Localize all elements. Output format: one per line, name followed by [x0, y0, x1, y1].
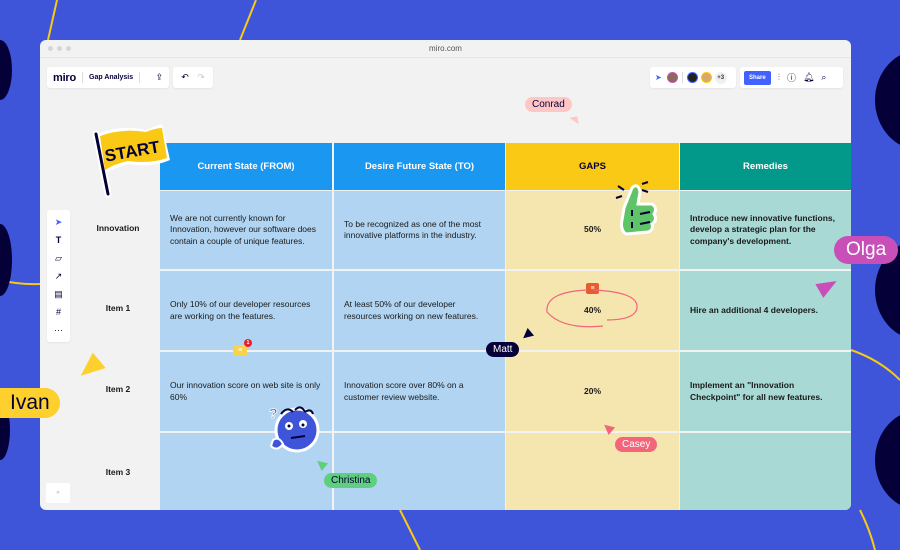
row-label: Item 3 [105, 467, 131, 477]
select-icon[interactable]: ➤ [51, 214, 67, 230]
actions-panel: Share ⫶ ⓘ 🔔︎ ⌕ [740, 67, 843, 88]
cell-to[interactable]: To be recognized as one of the most inno… [334, 191, 505, 269]
row-label: Item 1 [105, 303, 131, 313]
line-arrow-icon[interactable]: ↗ [51, 268, 67, 284]
highlight-circle-drawing[interactable] [543, 288, 643, 332]
redo-icon[interactable]: ↷ [197, 72, 205, 83]
board-name[interactable]: Gap Analysis [89, 74, 133, 81]
more-icon[interactable]: ··· [51, 322, 67, 338]
cursor-label-christina: Christina [324, 473, 378, 488]
follow-cursor-icon[interactable]: ➤ [655, 73, 662, 82]
cell-remedy[interactable]: Introduce new innovative functions, deve… [680, 191, 851, 269]
cursor-label-ivan: Ivan [0, 388, 60, 418]
bell-icon[interactable]: 🔔︎ [803, 72, 814, 83]
comment-icon[interactable]: ≡ [233, 345, 247, 356]
settings-sliders-icon[interactable]: ⫶ [778, 72, 780, 83]
cell-to[interactable]: Innovation score over 80% on a customer … [334, 352, 505, 431]
collaborators-panel: ➤ +3 [650, 67, 736, 88]
url-label: miro.com [429, 44, 462, 53]
cell-to[interactable]: At least 50% of our developer resources … [334, 271, 505, 350]
cursor-label-matt: Matt [486, 342, 520, 357]
history-panel: ↶ ↷ [173, 67, 213, 88]
thumbs-up-sticker[interactable] [612, 180, 662, 240]
cell-remedy[interactable] [680, 433, 851, 510]
cell-from[interactable]: We are not currently known for Innovatio… [160, 191, 332, 269]
comment-icon[interactable]: ▤ [51, 286, 67, 302]
text-icon[interactable]: T [51, 232, 67, 248]
upload-icon[interactable]: ⇪ [155, 72, 163, 83]
share-button[interactable]: Share [744, 70, 771, 85]
sticky-note-icon[interactable]: ▱ [51, 250, 67, 266]
avatar[interactable] [686, 72, 698, 83]
thinking-face-sticker[interactable]: ? [265, 400, 323, 456]
cell-gap[interactable]: 20% [506, 352, 679, 431]
row-label: Innovation [96, 223, 140, 233]
cursor-label-conrad: Conrad [525, 97, 572, 112]
comment-count-badge: 1 [244, 339, 252, 347]
avatar[interactable] [666, 72, 678, 83]
help-icon[interactable]: ⓘ [787, 71, 796, 84]
search-icon[interactable]: ⌕ [821, 72, 826, 83]
cell-remedy[interactable]: Implement an "Innovation Checkpoint" for… [680, 352, 851, 431]
cursor-conrad-icon [569, 116, 579, 126]
board-panel: miro Gap Analysis ⇪ [47, 67, 169, 88]
cursor-label-olga: Olga [834, 236, 899, 264]
header-remedies[interactable]: Remedies [680, 143, 851, 190]
header-future-state[interactable]: Desire Future State (TO) [334, 143, 505, 190]
miro-logo[interactable]: miro [53, 72, 76, 84]
expand-button[interactable]: » [46, 483, 70, 503]
browser-window: miro.com miro Gap Analysis ⇪ ↶ ↷ ➤ +3 Sh… [40, 40, 851, 510]
cursor-label-casey: Casey [615, 437, 658, 452]
left-toolbar: ➤ T ▱ ↗ ▤ # ··· [47, 210, 70, 342]
more-collaborators[interactable]: +3 [714, 71, 727, 84]
browser-titlebar: miro.com [40, 40, 851, 58]
cell-to[interactable] [334, 433, 505, 510]
avatar[interactable] [700, 72, 712, 83]
undo-icon[interactable]: ↶ [181, 72, 189, 83]
header-current-state[interactable]: Current State (FROM) [160, 143, 332, 190]
start-flag-sticker[interactable]: START [92, 120, 174, 200]
row-label: Item 2 [105, 384, 131, 394]
svg-text:?: ? [269, 405, 278, 421]
frame-icon[interactable]: # [51, 304, 67, 320]
